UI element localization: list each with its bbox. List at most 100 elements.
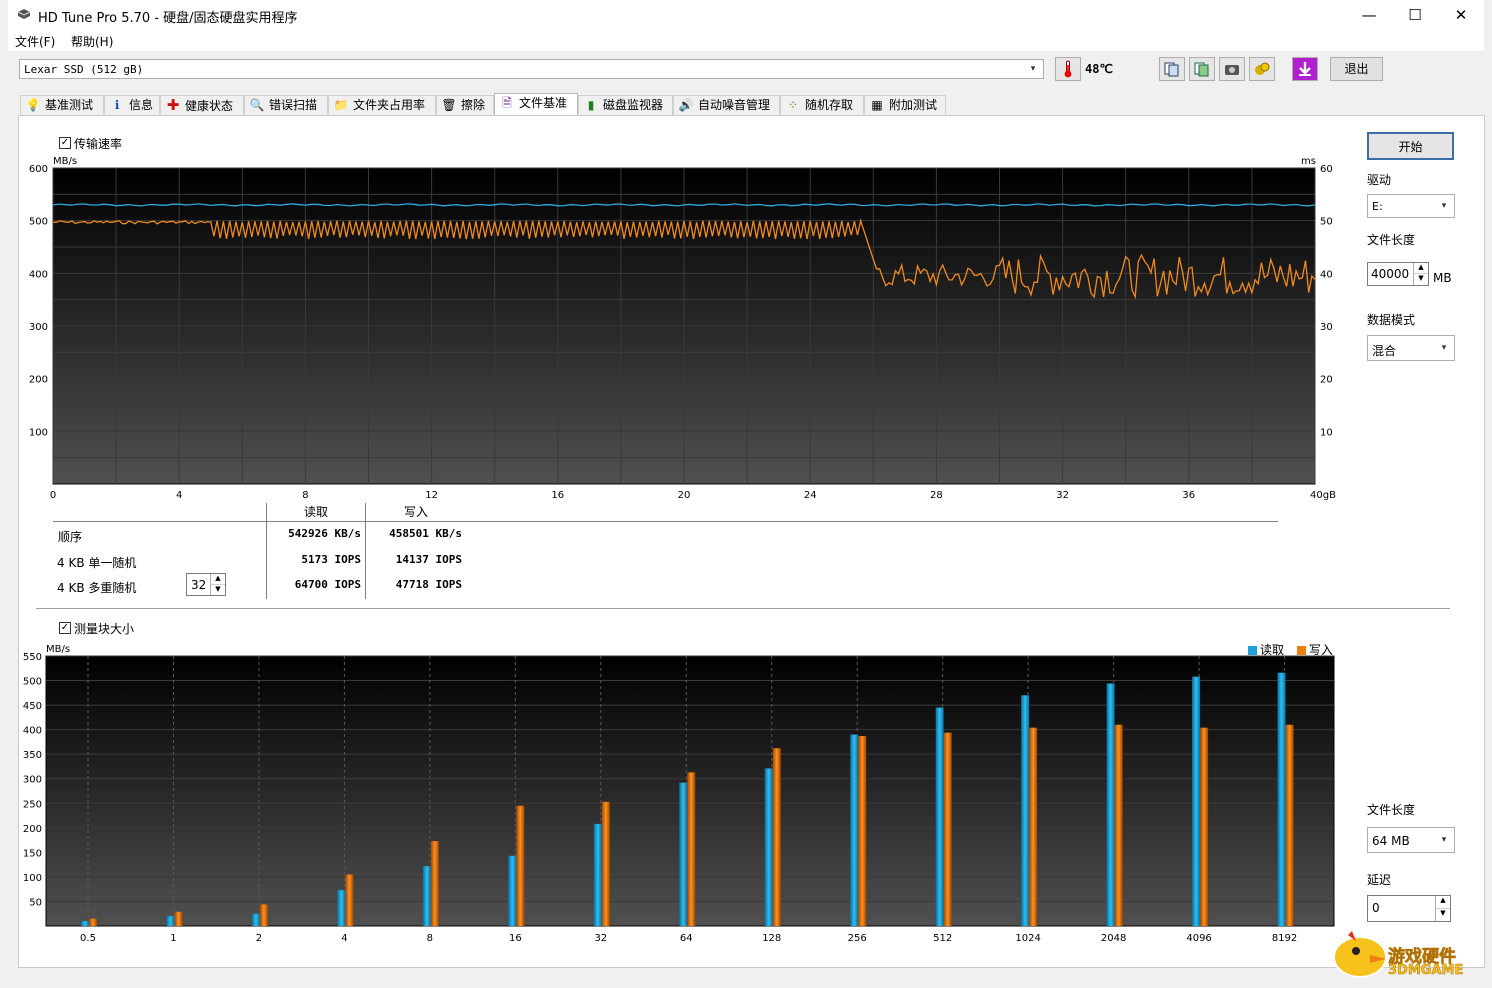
y-tick-label: 250 — [23, 799, 42, 810]
delay-label: 延迟 — [1367, 873, 1392, 887]
results-divider-1 — [266, 503, 267, 599]
menu-help[interactable]: 帮助(H) — [71, 33, 113, 50]
file-length-stepper[interactable]: 40000 ▲ ▼ — [1367, 262, 1429, 286]
drive-select[interactable]: Lexar SSD (512 gB) ▾ — [19, 59, 1044, 79]
x-tick-label: 12 — [425, 490, 438, 501]
tab-label: 随机存取 — [805, 98, 854, 112]
bar-read — [337, 890, 346, 926]
scatter-icon: ⁘ — [787, 98, 799, 112]
x-tick-label: 24 — [804, 490, 817, 501]
y-left-tick-label: 200 — [29, 375, 48, 386]
y-tick-label: 500 — [23, 677, 42, 688]
app-icon — [17, 8, 31, 20]
y-right-tick-label: 30 — [1320, 322, 1333, 333]
y-right-tick-label: 20 — [1320, 375, 1333, 386]
results-header-rule — [53, 521, 1278, 522]
x-tick-label: 256 — [848, 933, 867, 944]
tab-label: 附加测试 — [889, 98, 938, 112]
transfer-rate-checkbox[interactable]: ✓ — [59, 137, 71, 149]
bar-write — [1029, 727, 1038, 926]
start-button[interactable]: 开始 — [1367, 132, 1454, 160]
bar-read — [1192, 676, 1201, 926]
temperature-value: 48℃ — [1085, 62, 1113, 76]
bar-write — [943, 732, 952, 926]
tab-disk-monitor[interactable]: ▮ 磁盘监视器 — [578, 95, 673, 115]
results-divider-2 — [365, 503, 366, 599]
tab-folder-usage[interactable]: 📁 文件夹占用率 — [328, 95, 436, 115]
target-drive-value: E: — [1372, 200, 1383, 213]
stepper-up-icon[interactable]: ▲ — [211, 574, 225, 585]
minimize-button[interactable]: — — [1346, 0, 1392, 31]
y-tick-label: 200 — [23, 824, 42, 835]
menu-bar: 文件(F) 帮助(H) — [8, 31, 1484, 51]
transfer-rate-chart: 0 4 8 12 16 20 24 28 32 36 40gB 100 200 300 400 500 600 1… — [29, 156, 1336, 501]
exit-button[interactable]: 退出 — [1330, 57, 1383, 81]
copy-info-icon[interactable] — [1159, 57, 1185, 81]
stepper-down-icon[interactable]: ▼ — [211, 585, 225, 596]
stepper-down-icon[interactable]: ▼ — [1414, 274, 1428, 285]
screenshot-icon[interactable] — [1219, 57, 1245, 81]
tab-label: 信息 — [129, 98, 154, 112]
y-tick-label: 450 — [23, 701, 42, 712]
bar-read — [166, 916, 175, 926]
save-down-icon[interactable] — [1292, 57, 1318, 81]
x-tick-label: 16 — [509, 933, 522, 944]
tab-aam[interactable]: 🔊 自动噪音管理 — [673, 95, 780, 115]
bar-read — [422, 866, 431, 926]
x-tick-label: 32 — [1056, 490, 1069, 501]
block-file-length-label: 文件长度 — [1367, 803, 1416, 817]
target-drive-select[interactable]: E: ▾ — [1367, 194, 1455, 218]
bar-write — [858, 736, 867, 926]
thermometer-icon — [1055, 57, 1081, 81]
bar-write — [174, 911, 183, 926]
x-tick-label: 0.5 — [80, 933, 96, 944]
row-4k-multi-read: 64700 IOPS — [294, 578, 361, 591]
x-tick-label: 8 — [427, 933, 433, 944]
data-mode-label: 数据模式 — [1367, 313, 1416, 327]
bar-write — [259, 904, 268, 926]
chevron-down-icon: ▾ — [1441, 201, 1447, 211]
tab-health[interactable]: ✚ 健康状态 — [160, 95, 244, 115]
close-button[interactable]: ✕ — [1438, 0, 1484, 31]
y-tick-label: 50 — [29, 897, 42, 908]
copy-screen-icon[interactable] — [1189, 57, 1215, 81]
x-tick-label: 28 — [930, 490, 943, 501]
tab-error-scan[interactable]: 🔍 错误扫描 — [244, 95, 328, 115]
tab-info[interactable]: ℹ 信息 — [104, 95, 160, 115]
grid-chart-icon: ▦ — [871, 98, 883, 112]
file-length-label: 文件长度 — [1367, 233, 1416, 247]
bar-read — [1021, 695, 1030, 926]
data-mode-select[interactable]: 混合 ▾ — [1367, 335, 1455, 361]
bar-write — [1200, 727, 1209, 926]
row-4k-single-label: 4 KB 单一随机 — [57, 556, 137, 570]
bar-write — [687, 772, 696, 926]
tab-erase[interactable]: 🗑 擦除 — [436, 95, 494, 115]
stepper-up-icon[interactable]: ▲ — [1414, 263, 1428, 274]
delay-value: 0 — [1372, 901, 1380, 915]
tab-benchmark[interactable]: 💡 基准测试 — [20, 95, 104, 115]
magnifier-icon: 🔍 — [249, 98, 265, 112]
block-file-length-select[interactable]: 64 MB ▾ — [1367, 827, 1455, 853]
stepper-down-icon[interactable]: ▼ — [1436, 909, 1450, 922]
y-left-tick-label: 600 — [29, 164, 48, 175]
maximize-button[interactable]: ☐ — [1392, 0, 1438, 31]
x-tick-label: 40gB — [1310, 490, 1336, 501]
tab-random-access[interactable]: ⁘ 随机存取 — [780, 95, 864, 115]
block-y-unit: MB/s — [46, 644, 70, 655]
options-icon[interactable] — [1249, 57, 1275, 81]
tab-file-benchmark[interactable]: 🗎 文件基准 — [494, 93, 578, 116]
queue-depth-stepper[interactable]: 32 ▲ ▼ — [186, 573, 226, 596]
row-4k-single-read: 5173 IOPS — [301, 553, 361, 566]
y-right-tick-label: 50 — [1320, 217, 1333, 228]
block-size-checkbox[interactable]: ✓ — [59, 622, 71, 634]
delay-stepper[interactable]: 0 ▲ ▼ — [1367, 895, 1451, 922]
stepper-up-icon[interactable]: ▲ — [1436, 896, 1450, 909]
watermark-logo: 游戏硬件 3DMGAME — [1326, 925, 1476, 983]
bar-write — [516, 805, 525, 926]
menu-file[interactable]: 文件(F) — [15, 33, 55, 50]
folder-icon: 📁 — [333, 98, 349, 112]
tab-extra-tests[interactable]: ▦ 附加测试 — [864, 95, 946, 115]
y-left-tick-label: 500 — [29, 217, 48, 228]
x-tick-label: 128 — [762, 933, 781, 944]
x-tick-label: 8192 — [1272, 933, 1297, 944]
